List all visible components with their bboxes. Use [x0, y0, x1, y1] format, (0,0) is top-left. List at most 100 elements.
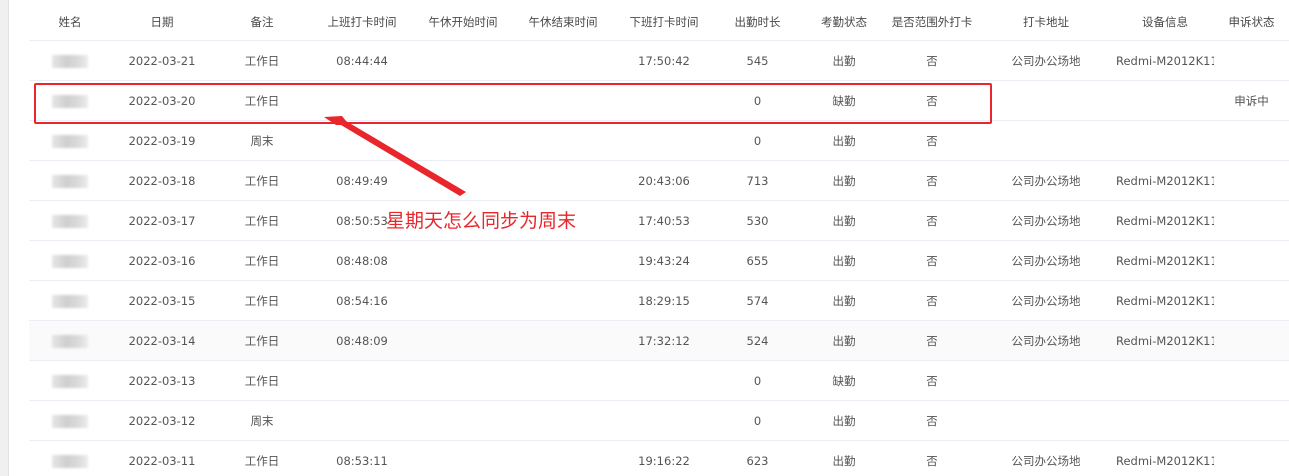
duration-cell: 530 — [715, 200, 800, 241]
table-row[interactable]: 2022-03-16 工作日 08:48:08 19:43:24 655 出勤否公司办公场… — [29, 240, 1289, 281]
lunch-end-cell — [513, 280, 613, 321]
address-cell — [976, 120, 1116, 161]
column-header-remark[interactable]: 备注 — [213, 3, 311, 41]
table-row[interactable]: 2022-03-19 周末 0 出勤否 — [29, 120, 1289, 161]
table-body: 2022-03-21 工作日 08:44:44 17:50:42 545 出勤否公司办公场… — [29, 40, 1289, 476]
clock-out-cell: 17:50:42 — [613, 40, 715, 81]
attendance-table: 姓名 日期 备注 上班打卡时间 午休开始时间 午休结束时间 下班打卡时间 出勤时… — [29, 3, 1289, 476]
date-cell: 2022-03-12 — [111, 400, 213, 441]
clock-out-cell — [613, 120, 715, 161]
column-header-clock-in[interactable]: 上班打卡时间 — [311, 3, 413, 41]
column-header-date[interactable]: 日期 — [111, 3, 213, 41]
redacted-name — [52, 334, 88, 348]
out-of-range-cell: 否 — [888, 80, 976, 121]
table-row[interactable]: 2022-03-18 工作日 08:49:49 20:43:06 713 出勤否公司办公场… — [29, 160, 1289, 201]
clock-in-cell — [311, 120, 413, 161]
clock-in-cell: 08:53:11 — [311, 440, 413, 476]
status-cell: 出勤 — [800, 240, 888, 281]
duration-cell: 0 — [715, 360, 800, 401]
column-header-lunch-end[interactable]: 午休结束时间 — [513, 3, 613, 41]
lunch-end-cell — [513, 360, 613, 401]
status-cell: 出勤 — [800, 160, 888, 201]
column-header-clock-out[interactable]: 下班打卡时间 — [613, 3, 715, 41]
device-cell: Redmi-M2012K11AC — [1116, 160, 1214, 201]
column-header-status[interactable]: 考勤状态 — [800, 3, 888, 41]
address-cell: 公司办公场地 — [976, 280, 1116, 321]
address-cell: 公司办公场地 — [976, 240, 1116, 281]
lunch-end-cell — [513, 120, 613, 161]
remark-cell: 工作日 — [213, 440, 311, 476]
clock-in-cell — [311, 400, 413, 441]
address-cell: 公司办公场地 — [976, 160, 1116, 201]
table-row[interactable]: 2022-03-11 工作日 08:53:11 19:16:22 623 出勤否公司办公场… — [29, 440, 1289, 476]
table-row[interactable]: 2022-03-12 周末 0 出勤否 — [29, 400, 1289, 441]
lunch-end-cell — [513, 160, 613, 201]
column-header-lunch-start[interactable]: 午休开始时间 — [413, 3, 513, 41]
device-cell: Redmi-M2012K11AC — [1116, 200, 1214, 241]
duration-cell: 623 — [715, 440, 800, 476]
clock-in-cell: 08:49:49 — [311, 160, 413, 201]
date-cell: 2022-03-19 — [111, 120, 213, 161]
lunch-end-cell — [513, 400, 613, 441]
device-cell — [1116, 120, 1214, 161]
redacted-name — [52, 174, 88, 188]
remark-cell: 工作日 — [213, 200, 311, 241]
table-row[interactable]: 2022-03-20 工作日 0 缺勤否 申诉中 — [29, 80, 1289, 121]
status-cell: 出勤 — [800, 120, 888, 161]
table-row[interactable]: 2022-03-21 工作日 08:44:44 17:50:42 545 出勤否公司办公场… — [29, 40, 1289, 81]
lunch-end-cell — [513, 80, 613, 121]
clock-in-cell: 08:50:53 — [311, 200, 413, 241]
status-cell: 出勤 — [800, 200, 888, 241]
date-cell: 2022-03-20 — [111, 80, 213, 121]
left-scroll-edge — [0, 0, 9, 476]
clock-in-cell: 08:54:16 — [311, 280, 413, 321]
column-header-out-of-range[interactable]: 是否范围外打卡 — [888, 3, 976, 41]
duration-cell: 655 — [715, 240, 800, 281]
duration-cell: 713 — [715, 160, 800, 201]
column-header-address[interactable]: 打卡地址 — [976, 3, 1116, 41]
column-header-appeal[interactable]: 申诉状态 — [1214, 3, 1289, 41]
clock-out-cell — [613, 400, 715, 441]
clock-out-cell: 18:29:15 — [613, 280, 715, 321]
column-header-duration[interactable]: 出勤时长 — [715, 3, 800, 41]
remark-cell: 工作日 — [213, 360, 311, 401]
name-cell — [29, 360, 111, 401]
device-cell — [1116, 360, 1214, 401]
lunch-end-cell — [513, 440, 613, 476]
out-of-range-cell: 否 — [888, 440, 976, 476]
duration-cell: 524 — [715, 320, 800, 361]
name-cell — [29, 80, 111, 121]
status-cell: 出勤 — [800, 40, 888, 81]
table-row[interactable]: 2022-03-14 工作日 08:48:09 17:32:12 524 出勤否公司办公场… — [29, 320, 1289, 361]
lunch-start-cell — [413, 80, 513, 121]
clock-in-cell: 08:44:44 — [311, 40, 413, 81]
date-cell: 2022-03-15 — [111, 280, 213, 321]
status-cell: 缺勤 — [800, 360, 888, 401]
device-cell — [1116, 80, 1214, 121]
device-cell — [1116, 400, 1214, 441]
remark-cell: 工作日 — [213, 240, 311, 281]
appeal-cell — [1214, 280, 1289, 321]
redacted-name — [52, 54, 88, 68]
out-of-range-cell: 否 — [888, 400, 976, 441]
column-header-name[interactable]: 姓名 — [29, 3, 111, 41]
remark-cell: 工作日 — [213, 40, 311, 81]
remark-cell: 工作日 — [213, 280, 311, 321]
address-cell: 公司办公场地 — [976, 320, 1116, 361]
table-row[interactable]: 2022-03-13 工作日 0 缺勤否 — [29, 360, 1289, 401]
appeal-cell — [1214, 200, 1289, 241]
status-cell: 出勤 — [800, 280, 888, 321]
address-cell — [976, 80, 1116, 121]
date-cell: 2022-03-11 — [111, 440, 213, 476]
address-cell: 公司办公场地 — [976, 40, 1116, 81]
clock-out-cell — [613, 360, 715, 401]
table-row[interactable]: 2022-03-17 工作日 08:50:53 17:40:53 530 出勤否公司办公场… — [29, 200, 1289, 241]
appeal-cell — [1214, 360, 1289, 401]
address-cell — [976, 400, 1116, 441]
name-cell — [29, 440, 111, 476]
lunch-start-cell — [413, 440, 513, 476]
column-header-device[interactable]: 设备信息 — [1116, 3, 1214, 41]
lunch-end-cell — [513, 200, 613, 241]
address-cell: 公司办公场地 — [976, 440, 1116, 476]
table-row[interactable]: 2022-03-15 工作日 08:54:16 18:29:15 574 出勤否公司办公场… — [29, 280, 1289, 321]
